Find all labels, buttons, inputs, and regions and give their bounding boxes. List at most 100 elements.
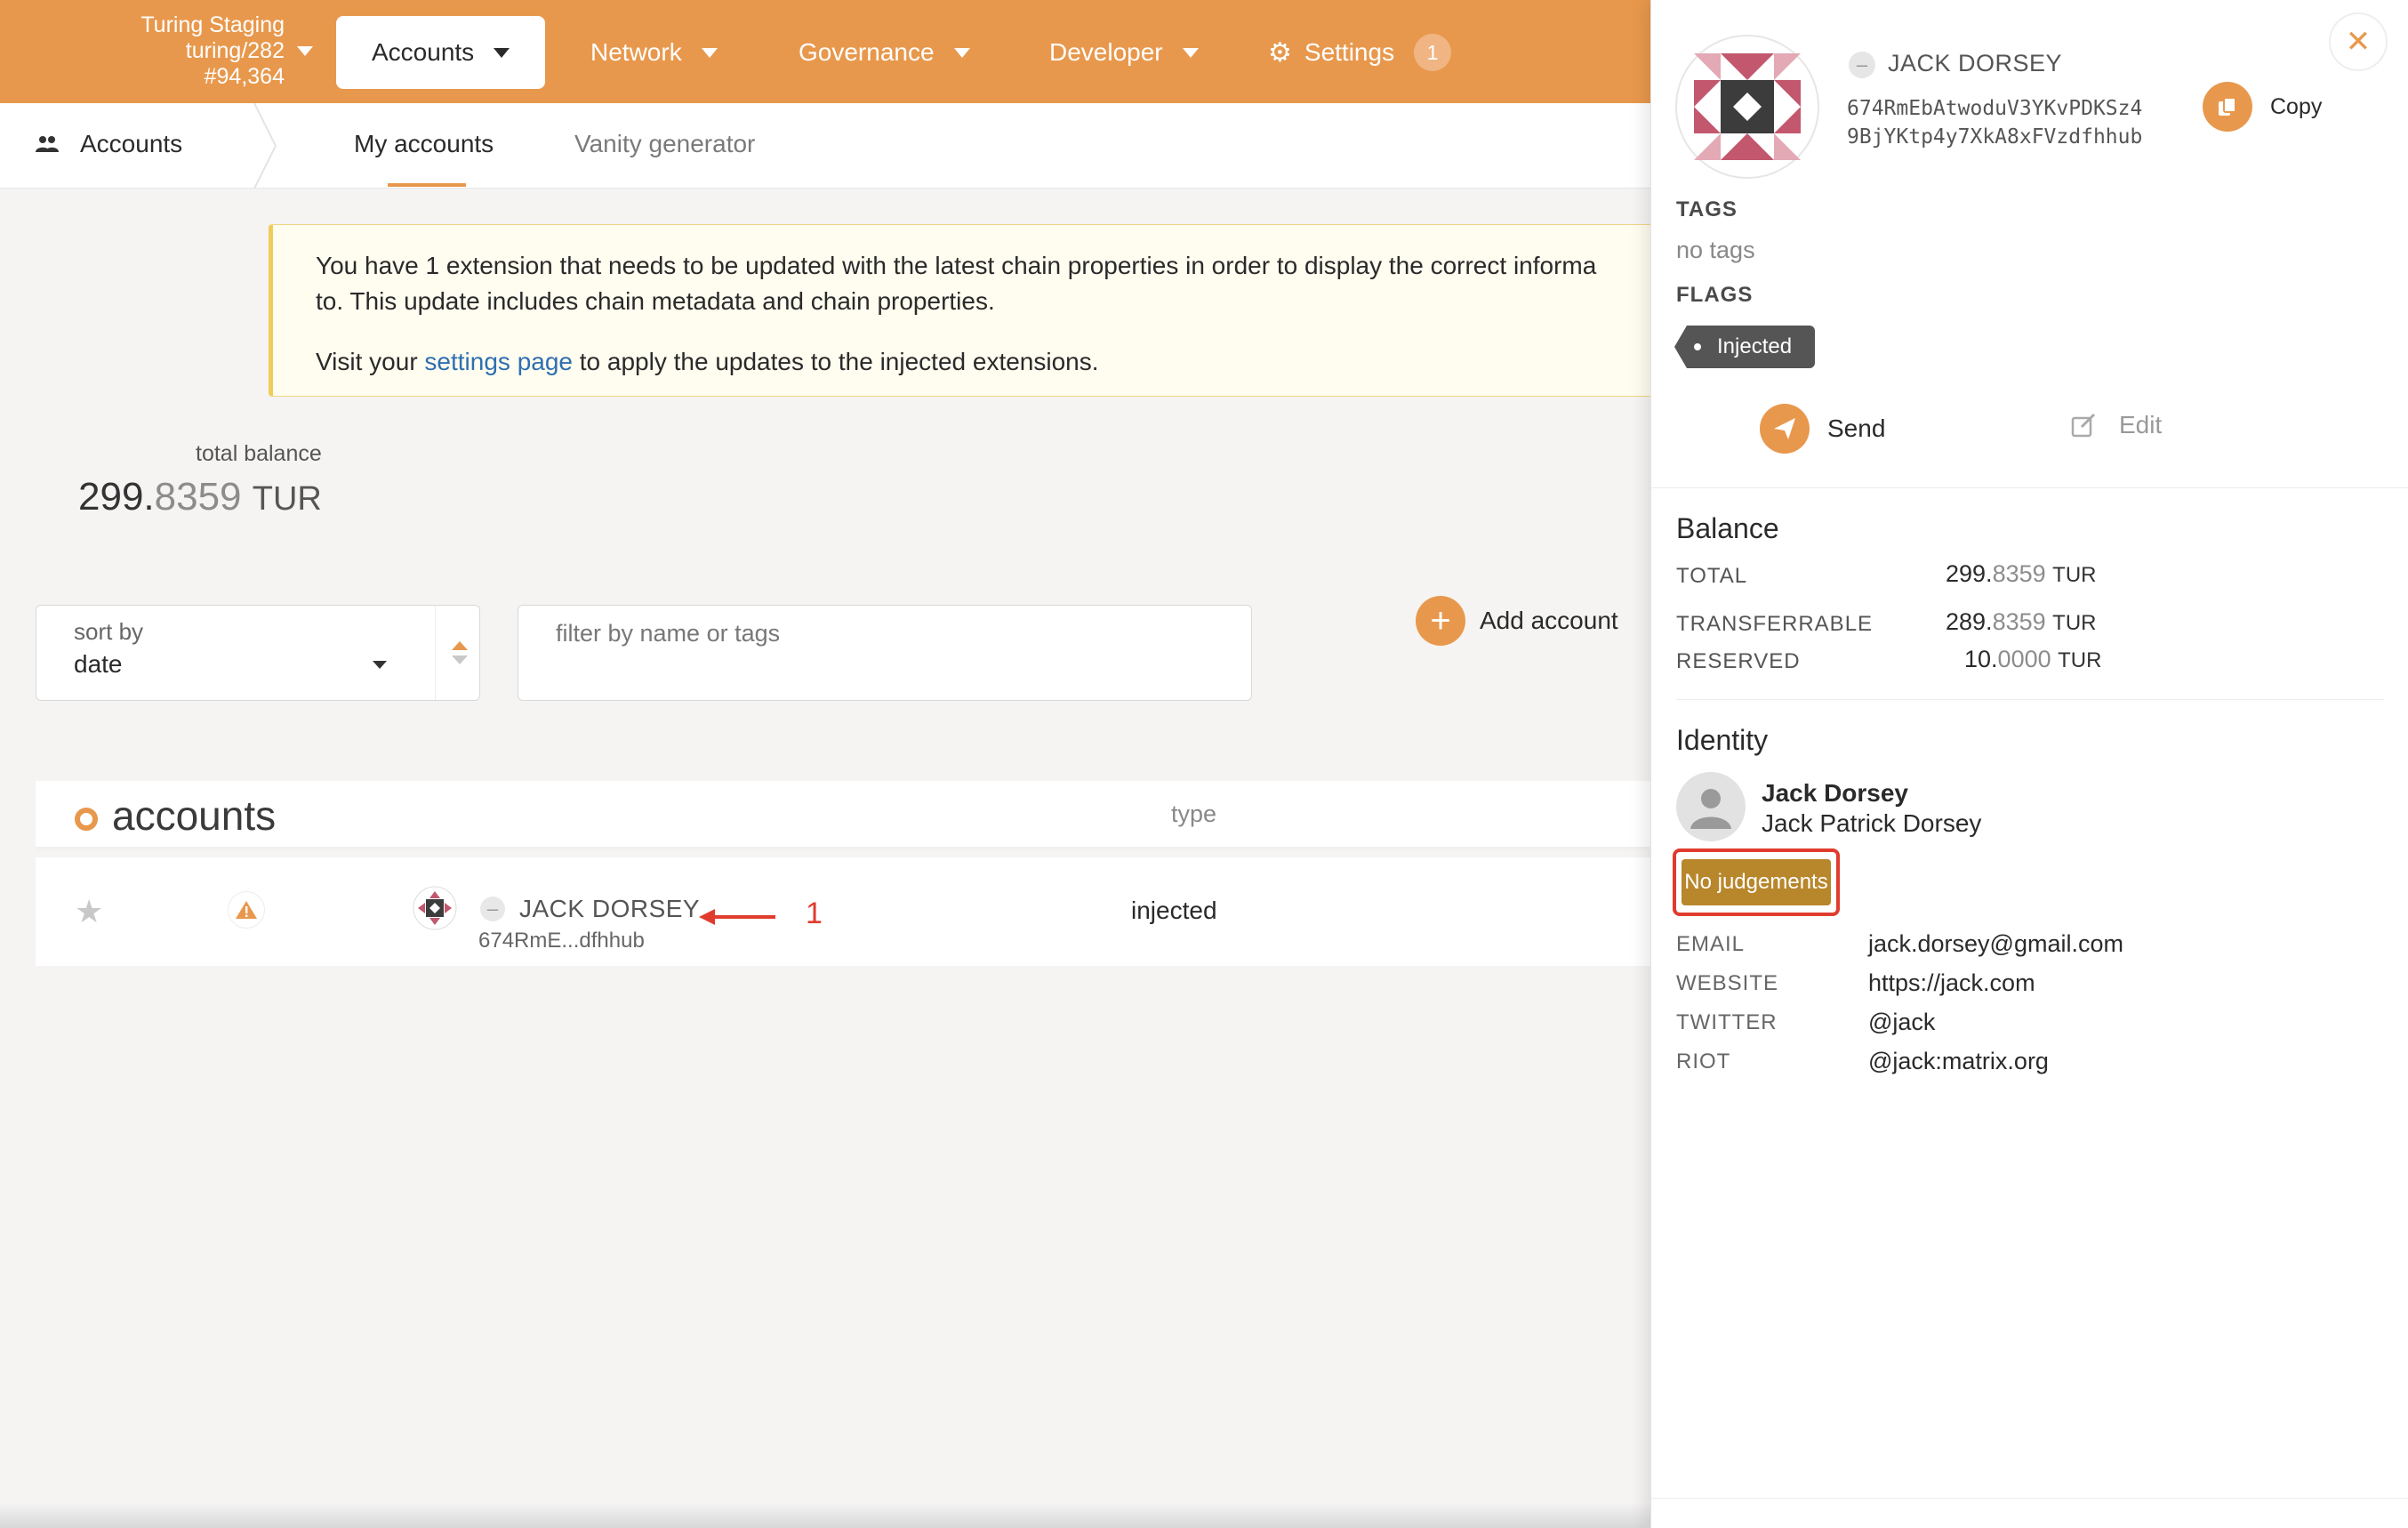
chevron-down-icon [701,47,718,58]
top-navbar: Turing Staging turing/282 #94,364 Accoun… [0,0,1650,103]
chevron-down-icon [373,661,387,669]
total-balance-label: total balance [196,441,322,466]
edit-icon [2071,413,2096,438]
user-silhouette-icon [1690,789,1731,829]
settings-count-badge: 1 [1414,34,1452,71]
nav-tab-governance[interactable]: Governance [799,16,970,89]
star-icon[interactable]: ★ [75,893,103,930]
chevron-down-icon [953,47,970,58]
chain-version: turing/282 [185,38,285,63]
send-label: Send [1827,414,1886,442]
paper-plane-icon [1760,404,1810,454]
table-row[interactable]: ★ – JACK DORSEY 674RmE...dfhhub injected [36,857,1654,966]
balance-dec: 8359 [1992,560,2046,587]
add-account-button[interactable]: + Add account [1416,596,1618,646]
users-icon [36,136,59,152]
balance-unit: TUR [2058,648,2102,672]
chain-caret-icon[interactable] [297,46,313,56]
identity-riot-value[interactable]: @jack:matrix.org [1868,1048,2049,1075]
sort-dropdown[interactable]: sort by date [36,605,480,701]
balance-reserved-key: RESERVED [1676,649,1801,673]
tags-label: TAGS [1676,197,1738,221]
tags-value: no tags [1676,237,1755,263]
edit-label: Edit [2119,411,2163,438]
identity-riot-key: RIOT [1676,1049,1731,1074]
address-line-2: 9BjYKtp4y7XkA8xFVzdfhhub [1847,125,2143,149]
account-type: injected [1131,897,1217,924]
balance-total-value: 299.8359 TUR [1946,560,2096,588]
divider [1676,699,2384,700]
close-sidebar-button[interactable]: ✕ [2329,12,2388,71]
account-identicon[interactable] [413,886,457,930]
accounts-table-title: accounts [112,792,277,839]
balance-decimals: 8359 [154,475,242,519]
extension-update-warning: You have 1 extension that needs to be up… [269,224,1691,397]
account-address: 674RmE...dfhhub [478,929,645,953]
page-bottom-shadow [0,1503,1650,1528]
flag-injected-tag: Injected [1674,326,1816,368]
chain-block: #94,364 [204,64,285,89]
settings-page-link[interactable]: settings page [424,348,573,375]
balance-transferrable-value: 289.8359 TUR [1946,608,2096,636]
warning-line-1: You have 1 extension that needs to be up… [316,252,1597,279]
sidebar-account-address: 674RmEbAtwoduV3YKvPDKSz4 9BjYKtp4y7XkA8x… [1847,94,2142,151]
tab-vanity-generator[interactable]: Vanity generator [574,130,755,158]
sidebar-account-name[interactable]: JACK DORSEY [1888,50,2062,77]
copy-label: Copy [2270,93,2323,119]
sort-up-icon [452,641,468,650]
identity-section-title: Identity [1676,724,1769,756]
sort-value: date [74,650,123,678]
send-button[interactable]: Send [1760,404,1885,454]
identity-twitter-value[interactable]: @jack [1868,1009,1935,1036]
identity-legal-name: Jack Patrick Dorsey [1762,809,1982,837]
column-header-type: type [1171,800,1217,827]
filter-input[interactable] [518,605,1252,701]
chain-name: Turing Staging [140,12,285,37]
warning-icon[interactable] [228,891,265,929]
edit-button[interactable]: Edit [2071,411,2162,439]
chain-selector[interactable]: Turing Staging turing/282 #94,364 [53,12,285,90]
chevron-down-icon [494,47,510,58]
balance-dec: 8359 [1992,608,2046,635]
nav-tab-label: Settings [1304,38,1395,66]
identity-website-value[interactable]: https://jack.com [1868,969,2035,997]
nav-tab-settings[interactable]: ⚙ Settings 1 [1268,16,1452,89]
sort-direction-toggle[interactable] [435,606,481,700]
flags-label: FLAGS [1676,283,1754,307]
nav-tab-accounts[interactable]: Accounts [336,16,546,89]
balance-total-key: TOTAL [1676,564,1748,588]
warning-pre-link: Visit your [316,348,425,375]
tab-my-accounts[interactable]: My accounts [354,130,494,158]
sort-down-icon [452,655,468,664]
balance-unit: TUR [2052,563,2097,587]
plus-icon: + [1416,596,1465,646]
sub-navbar: Accounts My accounts Vanity generator [0,103,1650,189]
copy-icon [2203,82,2252,132]
annotation-arrow [699,909,775,925]
identity-status-icon: – [480,897,505,921]
nav-tab-label: Accounts [372,38,475,66]
account-name[interactable]: JACK DORSEY [519,895,700,923]
active-tab-indicator [388,183,466,187]
balance-unit: TUR [2052,611,2097,635]
balance-transferrable-key: TRANSFERRABLE [1676,612,1874,636]
identity-status-icon: – [1849,52,1875,78]
identity-email-value[interactable]: jack.dorsey@gmail.com [1868,930,2123,958]
account-detail-sidebar: ✕ – JACK DORSEY 674RmEbAtwoduV3YKvPDKSz4… [1650,0,2408,1528]
nav-tab-label: Developer [1049,38,1163,66]
divider [1651,1498,2408,1499]
nav-tab-network[interactable]: Network [590,16,718,89]
breadcrumb-separator [253,103,277,189]
add-account-label: Add account [1480,607,1618,634]
identity-email-key: EMAIL [1676,932,1746,956]
section-title: Accounts [36,130,182,158]
account-identicon-large[interactable] [1674,34,1820,180]
balance-integer: 299. [78,475,155,519]
balance-reserved-value: 10.0000 TUR [1964,646,2101,673]
balance-int: 10. [1964,646,1998,672]
nav-tab-developer[interactable]: Developer [1049,16,1199,89]
nav-tab-label: Governance [799,38,935,66]
balance-int: 299. [1946,560,1993,587]
judgement-badge: No judgements [1682,859,1831,905]
copy-address-button[interactable]: Copy [2203,82,2322,132]
